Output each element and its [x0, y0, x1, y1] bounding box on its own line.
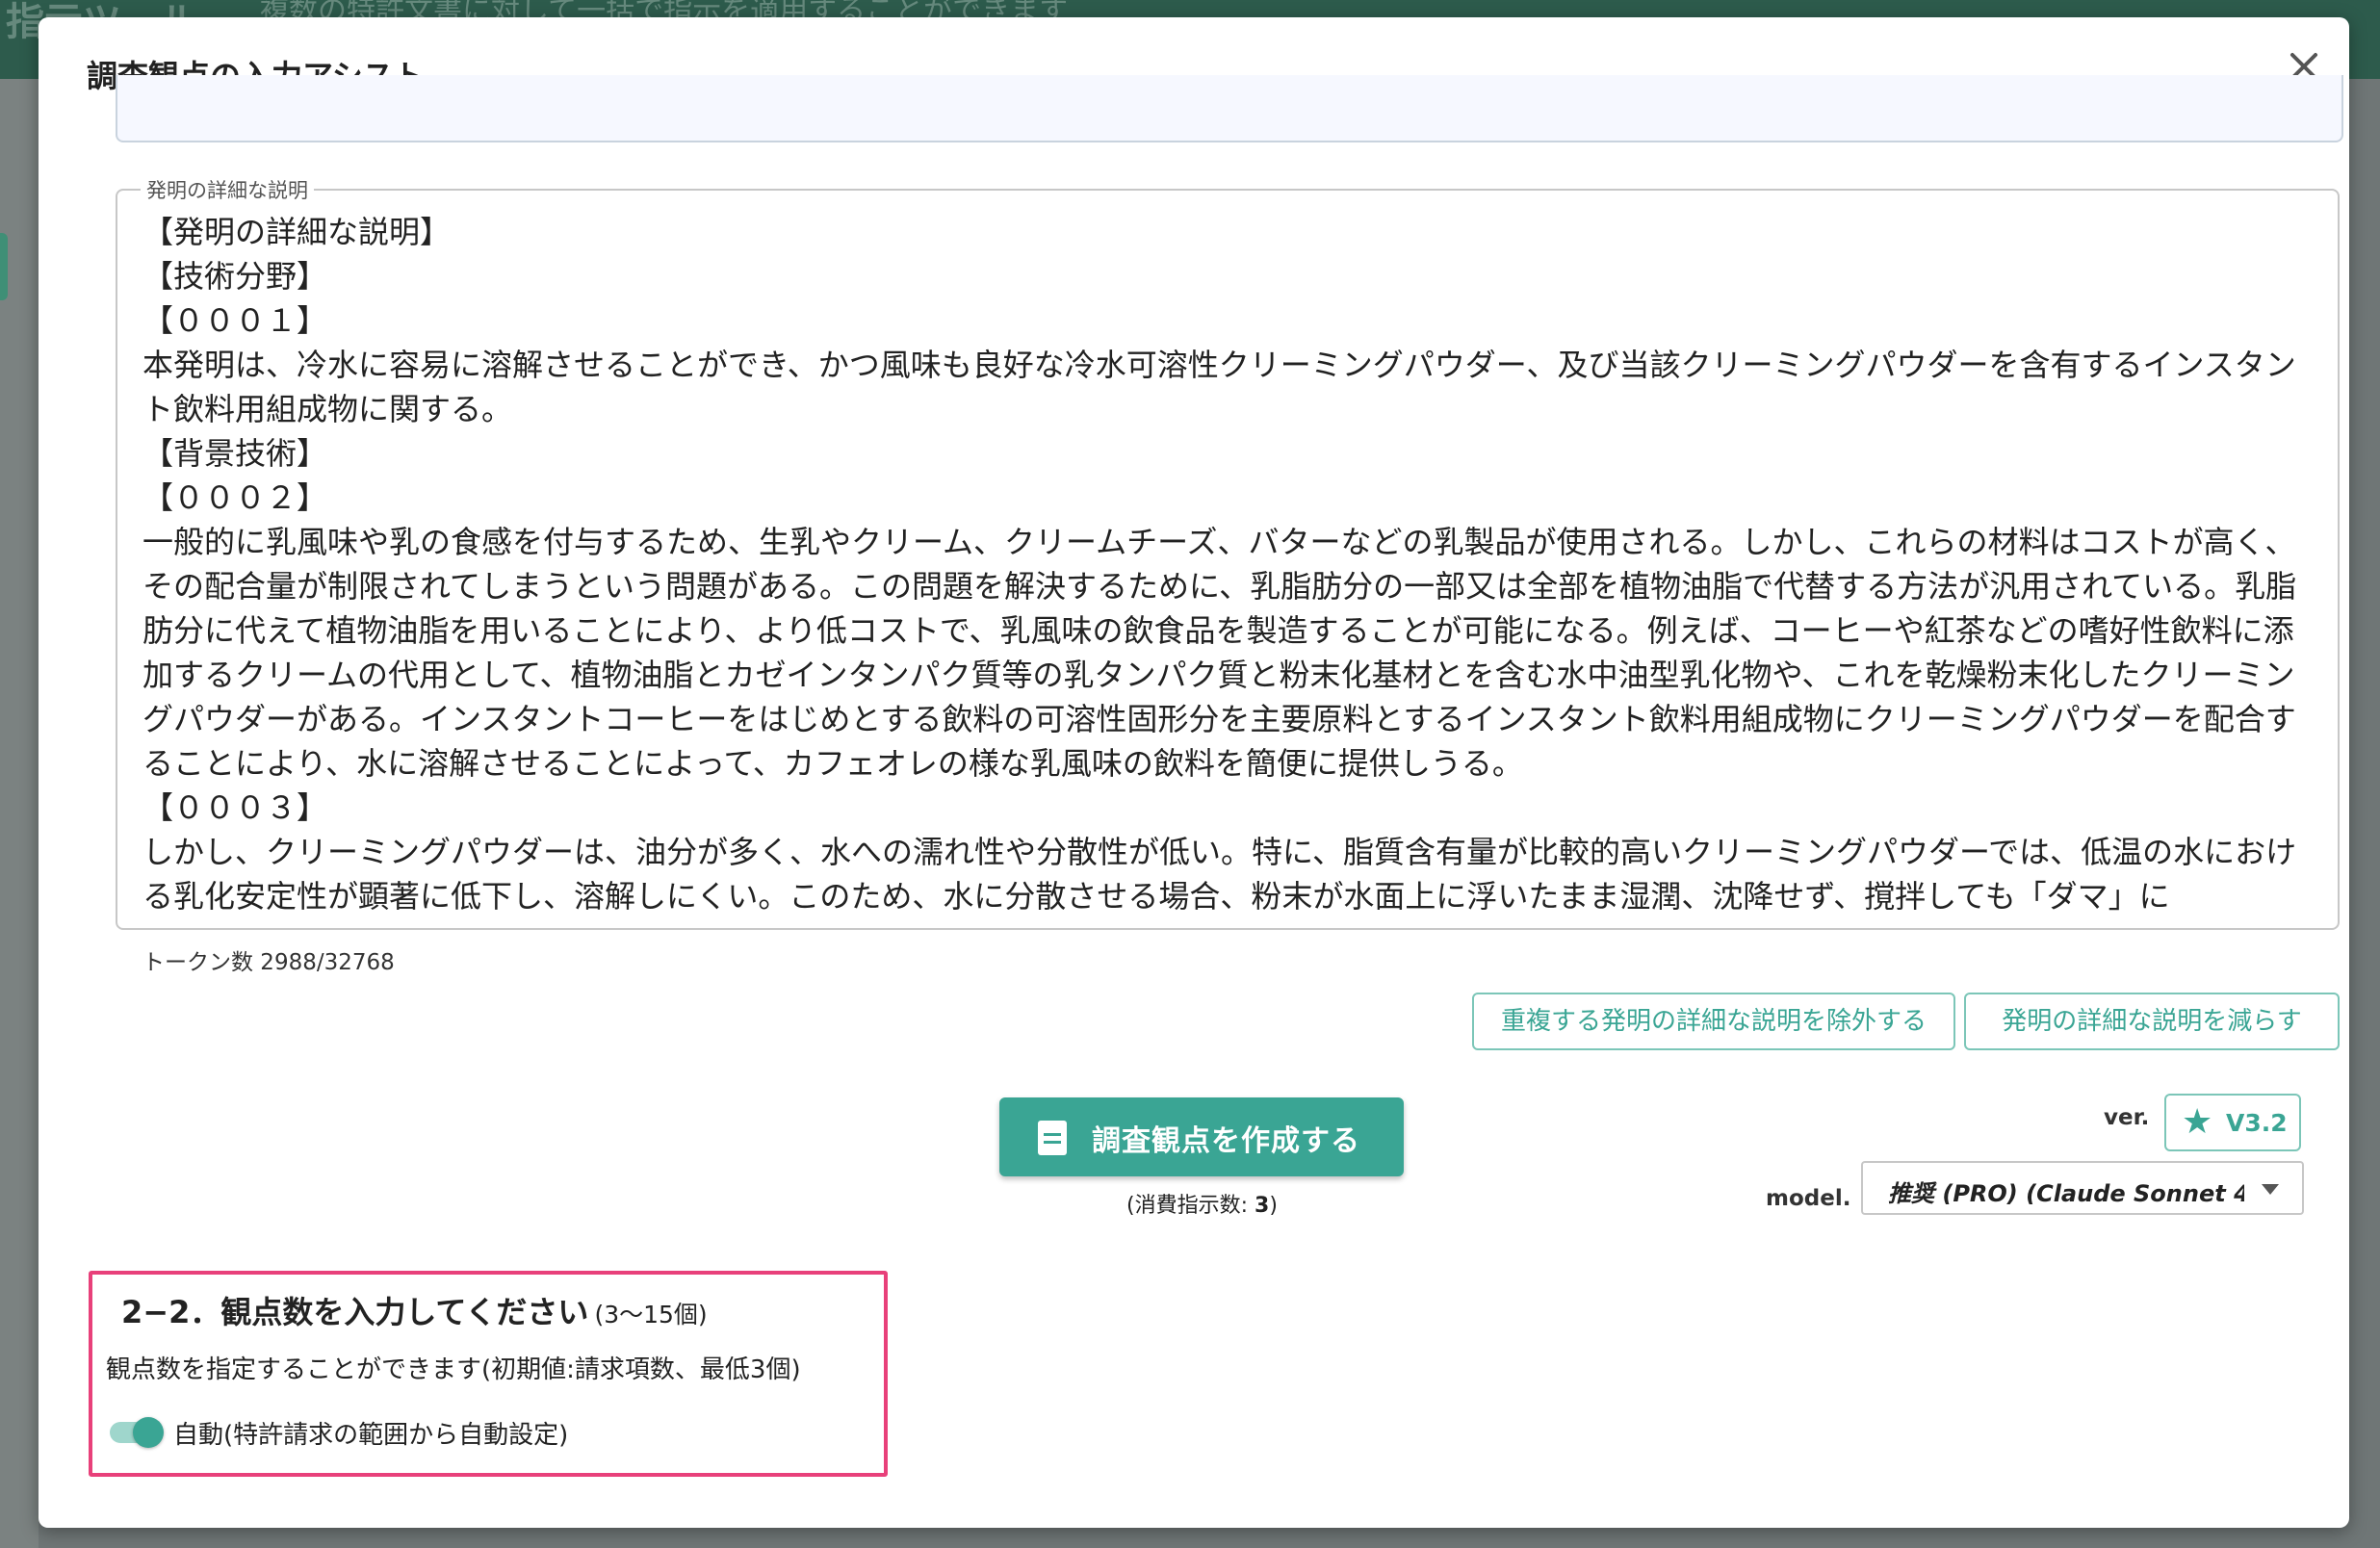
create-viewpoints-button[interactable]: 調査観点を作成する: [999, 1097, 1404, 1176]
version-label: ver.: [2104, 1105, 2150, 1130]
section-heading: 2−2．観点数を入力してください (3〜15個): [121, 1288, 708, 1332]
star-icon: ★: [2182, 1102, 2213, 1142]
detailed-description-field[interactable]: 発明の詳細な説明 【発明の詳細な説明】 【技術分野】 【０００１】 本発明は、冷…: [116, 175, 2340, 930]
section-heading-text: 2−2．観点数を入力してください: [121, 1294, 589, 1330]
chevron-down-icon: [2262, 1184, 2279, 1195]
previous-text-field[interactable]: [116, 75, 2343, 142]
background-sidebar: [0, 79, 39, 1548]
model-select[interactable]: 推奨 (PRO) (Claude Sonnet 4....: [1861, 1161, 2304, 1215]
token-count: トークン数 2988/32768: [142, 950, 395, 975]
input-assist-modal: 調査観点の入力アシスト 発明の詳細な説明 【発明の詳細な説明】 【技術分野】 【…: [39, 17, 2349, 1528]
model-value: 推奨 (PRO) (Claude Sonnet 4....: [1888, 1180, 2244, 1207]
auto-toggle[interactable]: [106, 1415, 164, 1448]
model-label: model.: [1766, 1186, 1851, 1211]
reduce-description-button[interactable]: 発明の詳細な説明を減らす: [1964, 993, 2340, 1050]
create-viewpoints-label: 調査観点を作成する: [1092, 1124, 1360, 1158]
version-button[interactable]: ★ V3.2: [2164, 1094, 2301, 1151]
consume-prefix: (消費指示数:: [1126, 1194, 1255, 1218]
viewpoint-count-section: 2−2．観点数を入力してください (3〜15個) 観点数を指定することができます(…: [89, 1271, 888, 1477]
toggle-knob: [133, 1417, 164, 1448]
document-icon: [1038, 1121, 1067, 1155]
detailed-description-textarea[interactable]: 【発明の詳細な説明】 【技術分野】 【０００１】 本発明は、冷水に容易に溶解させ…: [142, 210, 2320, 920]
auto-toggle-label[interactable]: 自動(特許請求の範囲から自動設定): [173, 1415, 568, 1451]
version-value: V3.2: [2226, 1109, 2288, 1137]
consume-suffix: ): [1269, 1194, 1278, 1218]
dedupe-description-button[interactable]: 重複する発明の詳細な説明を除外する: [1472, 993, 1955, 1050]
background-button: [0, 233, 8, 300]
consume-number: 3: [1255, 1194, 1270, 1218]
section-description: 観点数を指定することができます(初期値:請求項数、最低3個): [106, 1355, 801, 1384]
consume-count: (消費指示数: 3): [1126, 1188, 1278, 1219]
section-range: (3〜15個): [594, 1301, 708, 1329]
field-label: 発明の詳細な説明: [141, 175, 314, 204]
